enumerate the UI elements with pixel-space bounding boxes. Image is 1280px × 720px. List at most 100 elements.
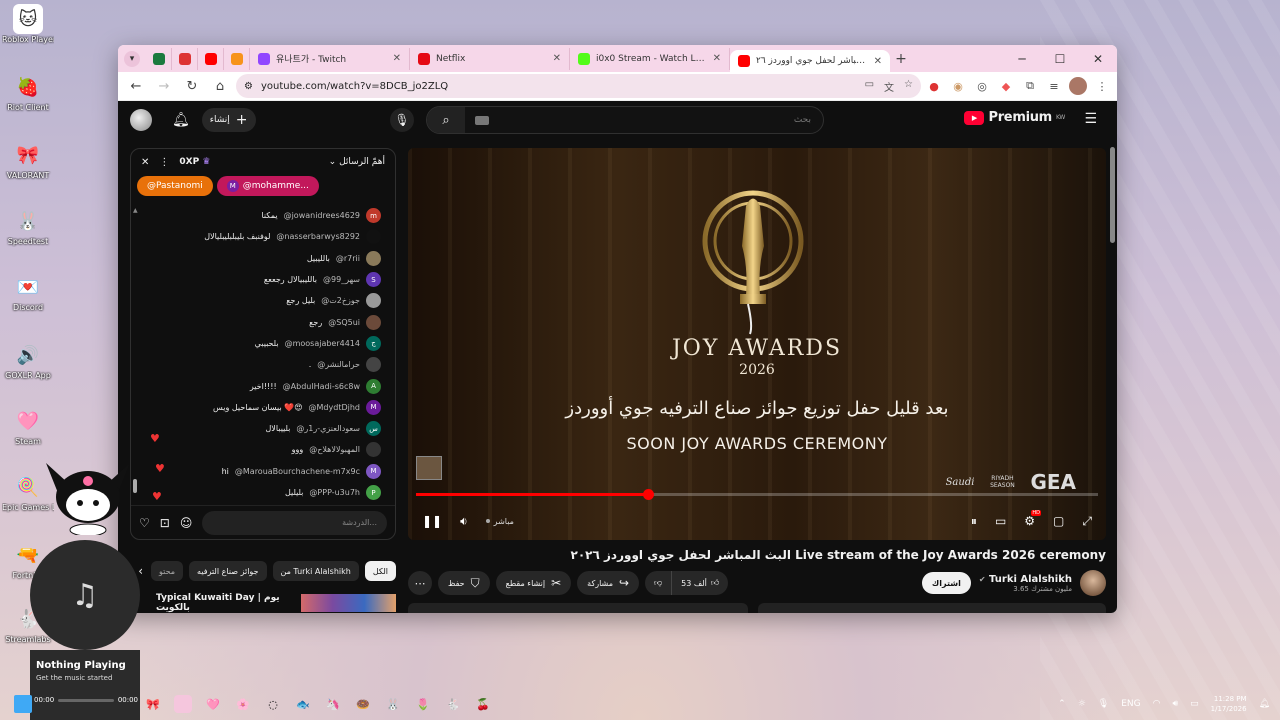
settings-gear-icon[interactable]: ⚙ HD <box>1024 510 1042 528</box>
description-box[interactable] <box>408 603 748 613</box>
channel-avatar[interactable] <box>1080 570 1106 596</box>
chip-content[interactable]: محتو <box>151 561 184 581</box>
chat-message[interactable]: بليل رجع @جوزخ2ت <box>139 290 381 311</box>
tab-youtube-active[interactable]: البث المباشر لحفل جوي أووردز ٢٦✕ <box>730 50 890 72</box>
media-icon[interactable]: ≡ <box>1045 77 1063 95</box>
home-button[interactable]: ⌂ <box>208 74 232 98</box>
chat-message[interactable]: لوفنبف بليبلبليبليالال @nasserbarwys8292 <box>139 226 381 247</box>
more-actions-button[interactable]: ⋯ <box>408 571 432 595</box>
taskbar-app-icon[interactable]: 🍒 <box>474 695 492 713</box>
chat-message[interactable]: رجع @SQ5ui <box>139 311 381 332</box>
extension-icon[interactable]: ◆ <box>997 77 1015 95</box>
clock[interactable]: 11:28 PM 1/17/2026 <box>1211 694 1247 714</box>
chat-message-author[interactable]: @AbdulHadi-s6c8w <box>283 382 360 391</box>
taskbar-app-icon[interactable] <box>174 695 192 713</box>
chat-author-avatar[interactable]: M <box>366 399 381 415</box>
pinned-tab-3[interactable] <box>198 47 224 70</box>
notification-icon[interactable]: 🔔︎ <box>1259 699 1270 709</box>
chevron-up-icon[interactable]: ⌃ <box>1058 699 1066 709</box>
subscribe-button[interactable]: اشتراك <box>921 572 971 594</box>
address-bar[interactable]: ⚙ youtube.com/watch?v=8DCB_jo2ZLQ ▭ 文 ☆ <box>236 74 921 98</box>
chat-message[interactable]: بيسان سماحيل ويس ❤️😍 @MdydtDjhd M <box>139 397 381 418</box>
progress-bar[interactable] <box>416 489 1098 500</box>
comments-box[interactable] <box>758 603 1106 613</box>
microphone-icon[interactable]: 🎙︎ <box>390 108 414 132</box>
chip-all[interactable]: الكل <box>364 561 396 581</box>
channel-name[interactable]: ✔ Turki Alalshikh <box>979 574 1072 585</box>
chip-joy-awards[interactable]: جوائز صناع الترفيه <box>189 561 267 581</box>
pause-icon[interactable]: ❚❚ <box>422 514 442 528</box>
new-tab-button[interactable]: + <box>890 51 912 67</box>
youtube-premium-logo[interactable]: ▶ Premium KW <box>964 110 1065 125</box>
extension-icon[interactable]: ◎ <box>973 77 991 95</box>
desktop-icon-goxlr[interactable]: 🔊 GOXLR App <box>2 340 54 381</box>
maximize-button[interactable]: ☐ <box>1041 45 1079 72</box>
taskbar-app-icon[interactable]: 🎀 <box>144 695 162 713</box>
desktop-icon-discord[interactable]: 💌 Discord <box>2 272 54 313</box>
chat-author-avatar[interactable]: S <box>366 272 381 288</box>
desktop-icon-valorant[interactable]: 🎀 VALORANT <box>2 140 54 181</box>
chat-message-author[interactable]: @SQ5ui <box>328 318 360 327</box>
chat-message-author[interactable]: @سعودالعنزي-ر1ر <box>296 424 360 433</box>
profile-avatar[interactable] <box>1069 77 1087 95</box>
taskbar-app-icon[interactable]: 🐇 <box>444 695 462 713</box>
scroll-up-arrow[interactable]: ▲ <box>133 207 138 214</box>
pinned-tab-1[interactable] <box>146 47 172 70</box>
cast-icon[interactable]: ▭ <box>865 79 874 94</box>
desktop-icon-riot[interactable]: 🍓 Riot Client <box>2 72 54 113</box>
kebab-menu-icon[interactable]: ⋮ <box>1093 77 1111 95</box>
minimize-button[interactable]: ─ <box>1003 45 1041 72</box>
chat-author-avatar[interactable]: P <box>366 485 381 500</box>
desktop-icon-steam[interactable]: 🩷 Steam <box>2 406 54 447</box>
site-info-icon[interactable]: ⚙ <box>244 81 253 92</box>
chat-author-avatar[interactable] <box>366 293 381 309</box>
dislike-button[interactable]: 👎︎ <box>645 571 671 595</box>
chat-author-avatar[interactable]: A <box>366 378 381 394</box>
tab-twitch[interactable]: 유나트가 - Twitch ✕ <box>250 47 410 70</box>
captions-icon[interactable]: ▭ <box>995 514 1006 528</box>
microphone-icon[interactable]: 🎙︎ <box>1098 699 1109 709</box>
chat-options-icon[interactable]: ⋮ <box>159 157 169 168</box>
music-note-icon[interactable]: ♫ <box>30 540 140 650</box>
chat-author-avatar[interactable] <box>366 314 381 330</box>
keyboard-icon[interactable] <box>475 115 489 125</box>
chat-author-avatar[interactable]: m <box>366 208 381 224</box>
chat-author-avatar[interactable] <box>366 250 381 266</box>
desktop-icon-roblox[interactable]: 🐱 Roblox Player <box>2 4 54 45</box>
notifications-bell-icon[interactable]: 🔔︎ <box>172 112 190 128</box>
search-input[interactable]: بحث <box>794 115 811 125</box>
account-avatar[interactable] <box>130 109 152 131</box>
chat-message[interactable]: بليليل @PPP-u3u7h P <box>139 482 381 503</box>
extension-icon[interactable]: ● <box>925 77 943 95</box>
chat-message-author[interactable]: @PPP-u3u7h <box>309 488 360 497</box>
heart-reaction-icon[interactable]: ♡ <box>139 516 150 530</box>
autoplay-toggle-icon[interactable]: ⏸︎ <box>971 514 977 529</box>
hamburger-menu-icon[interactable]: ☰ <box>1084 111 1097 127</box>
chat-author-avatar[interactable]: س <box>366 421 381 437</box>
save-button[interactable]: حفظ ⛉ <box>438 571 490 595</box>
chat-message-author[interactable]: @MdydtDjhd <box>309 403 360 412</box>
back-button[interactable]: ← <box>124 74 148 98</box>
chat-message-author[interactable]: @جوزخ2ت <box>321 296 360 305</box>
close-icon[interactable]: ✕ <box>393 53 401 64</box>
star-icon[interactable]: ☆ <box>904 79 913 94</box>
taskbar-app-icon[interactable]: ◌ <box>264 695 282 713</box>
close-icon[interactable]: ✕ <box>874 56 882 67</box>
chat-author-avatar[interactable]: ج <box>366 335 381 351</box>
chat-input[interactable]: الدردشة... <box>202 510 387 535</box>
volume-icon[interactable]: 🔊︎ <box>1172 699 1178 709</box>
extension-icon[interactable]: ◉ <box>949 77 967 95</box>
page-scrollbar[interactable] <box>1110 147 1115 243</box>
close-chat-icon[interactable]: ✕ <box>141 157 149 168</box>
theater-mode-icon[interactable]: ▢ <box>1053 514 1064 528</box>
reload-button[interactable]: ↻ <box>180 74 204 98</box>
chat-message-author[interactable]: @سهر_99 <box>323 275 360 284</box>
language-indicator[interactable]: ENG <box>1121 699 1140 709</box>
battery-icon[interactable]: ▭ <box>1190 699 1199 709</box>
chat-message-author[interactable]: @r7rii <box>336 254 360 263</box>
tab-kick[interactable]: i0x0 Stream - Watch Live on Kick✕ <box>570 47 730 70</box>
chat-message[interactable]: hi @MarouaBourchachene-m7x9c M <box>139 461 381 482</box>
fullscreen-icon[interactable]: ⤢ <box>1082 514 1092 529</box>
taskbar-app-icon[interactable]: 🐟 <box>294 695 312 713</box>
taskbar-app-icon[interactable]: 🌸 <box>234 695 252 713</box>
